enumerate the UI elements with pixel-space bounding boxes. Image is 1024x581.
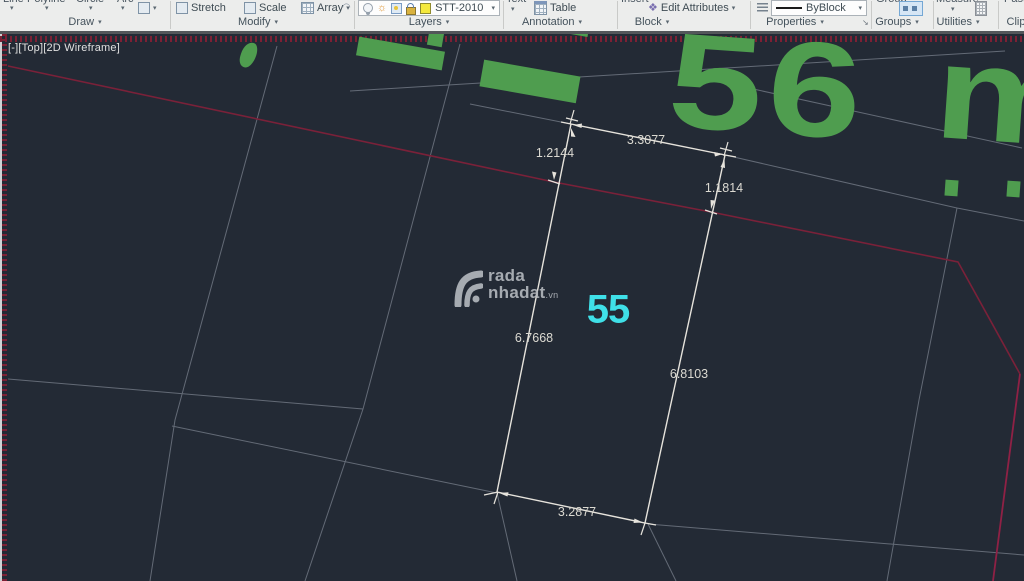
panel-divider [750,1,751,29]
table-icon [534,1,547,15]
watermark: rada nhadat.vn [453,267,558,307]
panel-label-properties[interactable]: Properties▾ [766,16,824,29]
chevron-down-icon: ▾ [579,19,583,26]
layer-color-swatch[interactable] [420,3,431,14]
chevron-down-icon: ▾ [915,19,919,26]
panel-label-block[interactable]: Block▾ [635,16,669,29]
lineweight-icon[interactable] [757,3,768,12]
dim-side-left: 6.7668 [515,331,553,345]
panel-label-layers[interactable]: Layers▾ [409,16,450,29]
chevron-down-icon[interactable]: ▾ [511,6,515,13]
chevron-down-icon[interactable]: ▾ [10,5,14,12]
scale-icon [244,2,256,14]
panel-divider [871,1,872,29]
chevron-down-icon[interactable]: ▾ [858,5,862,12]
table-button[interactable]: Table [534,1,576,15]
chevron-down-icon: ▾ [274,19,278,26]
layer-dropdown[interactable]: ☼ STT-2010 ▾ [358,0,500,16]
chevron-down-icon: ▾ [446,19,450,26]
ribbon-toolbar: Line Polyline Circle Arc ▾ ▾ ▾ ▾ ▾ Draw▾… [0,0,1024,34]
watermark-suffix: .vn [546,290,559,300]
chevron-down-icon[interactable]: ▾ [491,5,495,12]
chevron-down-icon[interactable]: ▾ [89,5,93,12]
chevron-down-icon: ▾ [976,19,980,26]
line-preview-icon [776,7,802,9]
chevron-down-icon: ▾ [666,19,670,26]
edit-attributes-button[interactable]: ❖Edit Attributes▾ [648,1,735,15]
drawing-canvas[interactable]: = 56 m [-][Top][2D Wireframe] 1.2144 3.3… [0,34,1024,581]
green-text-fragment [1006,181,1020,198]
area-label-unit: m [931,34,1024,168]
stretch-button[interactable]: Stretch [176,1,226,15]
watermark-line2: nhadat [488,283,546,302]
panel-divider [933,1,934,29]
rectangle-tool-icon[interactable] [138,2,150,14]
green-text-fragment [944,180,958,197]
dialog-launcher-icon[interactable]: ↘ [862,18,869,27]
chevron-down-icon[interactable]: ▾ [45,5,49,12]
panel-label-utilities[interactable]: Utilities▾ [937,16,980,29]
tool-insert[interactable]: Insert [621,0,649,5]
chevron-down-icon[interactable]: ▾ [121,5,125,12]
chevron-down-icon: ▾ [98,19,102,26]
dim-top-width: 3.3077 [627,133,665,147]
panel-label-annotation[interactable]: Annotation▾ [522,16,582,29]
chevron-down-icon[interactable]: ▾ [153,5,157,12]
green-text-fragment [427,34,444,47]
chevron-down-icon[interactable]: ▾ [951,6,955,13]
watermark-line1: rada [488,267,558,284]
layer-lock-icon[interactable] [406,7,416,15]
fillet-icon[interactable]: ◠ [342,3,351,13]
panel-divider [170,1,171,29]
edit-attributes-icon: ❖ [648,3,658,14]
array-icon [301,2,314,14]
byblock-dropdown[interactable]: ByBlock ▾ [771,0,867,16]
stretch-icon [176,2,188,14]
chevron-down-icon: ▾ [732,5,736,12]
area-label-value: 56 [665,34,872,160]
tool-paste[interactable]: Paste [1004,0,1024,5]
dim-back-width: 3.2877 [558,505,596,519]
group-icon[interactable] [899,1,923,16]
panel-divider [503,1,504,29]
parcel-number: 55 [587,288,630,333]
panel-label-groups[interactable]: Groups▾ [875,16,919,29]
dim-front-left: 1.2144 [536,146,574,160]
tool-text[interactable]: Text [506,0,526,5]
panel-divider [998,1,999,29]
byblock-value: ByBlock [806,2,846,14]
scale-button[interactable]: Scale [244,1,287,15]
layer-freeze-icon[interactable] [391,3,402,14]
dim-front-right: 1.1814 [705,181,743,195]
calculator-icon[interactable] [975,1,987,16]
tool-measure[interactable]: Measure [936,0,979,5]
panel-divider [354,1,355,29]
app-window: Line Polyline Circle Arc ▾ ▾ ▾ ▾ ▾ Draw▾… [0,0,1024,581]
chevron-down-icon: ▾ [820,19,824,26]
current-layer-name: STT-2010 [435,2,483,14]
dim-side-right: 6.8103 [670,367,708,381]
layer-thaw-icon[interactable]: ☼ [377,3,387,14]
panel-label-clip[interactable]: Clip [1007,16,1024,29]
panel-label-draw[interactable]: Draw▾ [68,16,101,29]
panel-label-modify[interactable]: Modify▾ [238,16,278,29]
layer-on-icon[interactable] [363,3,373,13]
viewport-controls[interactable]: [-][Top][2D Wireframe] [8,42,120,54]
tool-arc[interactable]: Arc [117,0,134,5]
panel-divider [617,1,618,29]
radar-logo-icon [453,267,483,307]
